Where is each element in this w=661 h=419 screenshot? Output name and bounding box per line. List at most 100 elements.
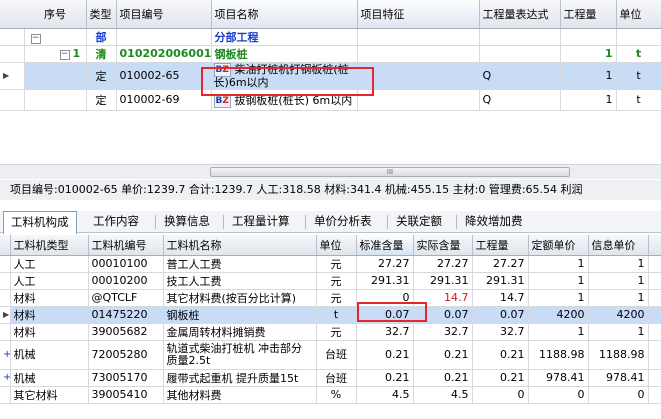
- material-code: 39005410: [88, 386, 164, 404]
- material-name: 普工人工费: [163, 255, 317, 273]
- material-name: 技工人工费: [163, 272, 317, 290]
- material-code: @QTCLF: [88, 289, 164, 307]
- col-seq[interactable]: 序号: [0, 0, 87, 29]
- row-pointer-icon: ▶: [0, 62, 25, 90]
- material-price: 1: [528, 323, 589, 341]
- col-unit[interactable]: 单位: [616, 0, 661, 29]
- material-info-price[interactable]: 1: [588, 272, 649, 290]
- collapse-icon[interactable]: −: [30, 33, 41, 44]
- material-info-price[interactable]: 1188.98: [588, 340, 649, 370]
- material-actual[interactable]: 0.21: [413, 340, 473, 370]
- material-std[interactable]: 4.5: [356, 386, 414, 404]
- part-row[interactable]: − 部 分部工程: [0, 28, 661, 46]
- scrollbar-thumb[interactable]: III: [210, 167, 570, 177]
- col-code[interactable]: 项目编号: [116, 0, 212, 29]
- col-expr[interactable]: 工程量表达式: [479, 0, 561, 29]
- material-info-price[interactable]: 978.41: [588, 369, 649, 387]
- col-material-code[interactable]: 工料机编号: [88, 235, 164, 256]
- col-quota-price[interactable]: 定额单价: [528, 235, 589, 256]
- material-info-price[interactable]: 1: [588, 289, 649, 307]
- material-unit: 元: [316, 255, 357, 273]
- material-name: 钢板桩: [163, 306, 317, 324]
- row-pointer-icon: ▶: [0, 306, 11, 324]
- material-name: 轨道式柴油打桩机 冲击部分质量2.5t: [163, 340, 317, 370]
- col-info-price[interactable]: 信息单价: [588, 235, 649, 256]
- material-row[interactable]: 其它材料 39005410 其他材料费 % 4.5 4.5 0 0 0: [0, 386, 661, 404]
- collapse-icon[interactable]: −: [59, 49, 70, 60]
- col-qty[interactable]: 工程量: [560, 0, 617, 29]
- material-price: 1: [528, 255, 589, 273]
- list-qty: 1: [560, 45, 617, 63]
- tab-efficiency-fee[interactable]: 降效增加费: [458, 211, 530, 232]
- material-code: 72005280: [88, 340, 164, 370]
- material-code: 39005682: [88, 323, 164, 341]
- col-material-name[interactable]: 工料机名称: [163, 235, 317, 256]
- material-actual[interactable]: 291.31: [413, 272, 473, 290]
- material-actual[interactable]: 0.21: [413, 369, 473, 387]
- material-row[interactable]: + 机械 73005170 履带式起重机 提升质量15t 台班 0.21 0.2…: [0, 369, 661, 387]
- material-name: 其它材料费(按百分比计算): [163, 289, 317, 307]
- material-std[interactable]: 291.31: [356, 272, 414, 290]
- expand-icon[interactable]: +: [0, 340, 11, 370]
- material-std[interactable]: 27.27: [356, 255, 414, 273]
- item-unit: t: [616, 89, 661, 111]
- material-code: 01475220: [88, 306, 164, 324]
- col-type[interactable]: 类型: [86, 0, 117, 29]
- material-info-price[interactable]: 0: [588, 386, 649, 404]
- part-type: 部: [86, 28, 117, 46]
- material-price: 0: [528, 386, 589, 404]
- material-unit: 台班: [316, 340, 357, 370]
- col-actual-content[interactable]: 实际含量: [413, 235, 473, 256]
- material-actual[interactable]: 4.5: [413, 386, 473, 404]
- material-code: 73005170: [88, 369, 164, 387]
- material-info-price[interactable]: 4200: [588, 306, 649, 324]
- col-unit[interactable]: 单位: [316, 235, 357, 256]
- tab-price-analysis[interactable]: 单价分析表: [307, 211, 379, 232]
- material-row[interactable]: + 机械 72005280 轨道式柴油打桩机 冲击部分质量2.5t 台班 0.2…: [0, 340, 661, 370]
- material-row[interactable]: 材料 39005682 金属周转材料摊销费 元 32.7 32.7 32.7 1…: [0, 323, 661, 341]
- material-qty: 291.31: [472, 272, 529, 290]
- materials-grid: 工料机类型 工料机编号 工料机名称 单位 标准含量 实际含量 工程量 定额单价 …: [0, 235, 661, 404]
- list-type: 清: [86, 45, 117, 63]
- material-actual[interactable]: 27.27: [413, 255, 473, 273]
- scroll-grip-icon: III: [386, 168, 394, 176]
- material-actual[interactable]: 32.7: [413, 323, 473, 341]
- material-std[interactable]: 0.21: [356, 369, 414, 387]
- material-info-price[interactable]: 1: [588, 323, 649, 341]
- material-price: 4200: [528, 306, 589, 324]
- col-feature[interactable]: 项目特征: [357, 0, 480, 29]
- material-row-selected[interactable]: ▶ 材料 01475220 钢板桩 t 0.07 0.07 0.07 4200 …: [0, 306, 661, 324]
- material-info-price[interactable]: 1: [588, 255, 649, 273]
- tab-work-content[interactable]: 工作内容: [86, 211, 146, 232]
- material-type: 机械: [10, 340, 89, 370]
- col-std-content[interactable]: 标准含量: [356, 235, 414, 256]
- item-grid-header: 序号 类型 项目编号 项目名称 项目特征 工程量表达式 工程量 单位: [0, 0, 661, 29]
- material-qty: 14.7: [472, 289, 529, 307]
- summary-info-bar: 项目编号:010002-65 单价:1239.7 合计:1239.7 人工:31…: [0, 180, 661, 200]
- item-expr: Q: [479, 89, 561, 111]
- material-type: 人工: [10, 272, 89, 290]
- material-std[interactable]: 32.7: [356, 323, 414, 341]
- list-row[interactable]: − 1 清 010202006001 钢板桩 1 t: [0, 45, 661, 63]
- horizontal-scrollbar[interactable]: III: [0, 164, 661, 179]
- tab-materials[interactable]: 工料机构成: [3, 211, 77, 234]
- material-type: 材料: [10, 306, 89, 324]
- tab-quantity-calc[interactable]: 工程量计算: [225, 211, 297, 232]
- material-row[interactable]: 人工 00010100 普工人工费 元 27.27 27.27 27.27 1 …: [0, 255, 661, 273]
- material-price: 1: [528, 289, 589, 307]
- material-row[interactable]: 材料 @QTCLF 其它材料费(按百分比计算) 元 0 14.7 14.7 1 …: [0, 289, 661, 307]
- material-unit: t: [316, 306, 357, 324]
- material-std[interactable]: 0.21: [356, 340, 414, 370]
- tab-related-quota[interactable]: 关联定额: [389, 211, 449, 232]
- material-unit: 台班: [316, 369, 357, 387]
- col-name[interactable]: 项目名称: [211, 0, 358, 29]
- item-code: 010002-65: [116, 62, 212, 90]
- tab-conversion[interactable]: 换算信息: [157, 211, 217, 232]
- expand-icon[interactable]: +: [0, 369, 11, 387]
- item-unit: t: [616, 62, 661, 90]
- col-material-type[interactable]: 工料机类型: [10, 235, 89, 256]
- material-row[interactable]: 人工 00010200 技工人工费 元 291.31 291.31 291.31…: [0, 272, 661, 290]
- item-code: 010002-69: [116, 89, 212, 111]
- col-quantity[interactable]: 工程量: [472, 235, 529, 256]
- item-qty: 1: [560, 89, 617, 111]
